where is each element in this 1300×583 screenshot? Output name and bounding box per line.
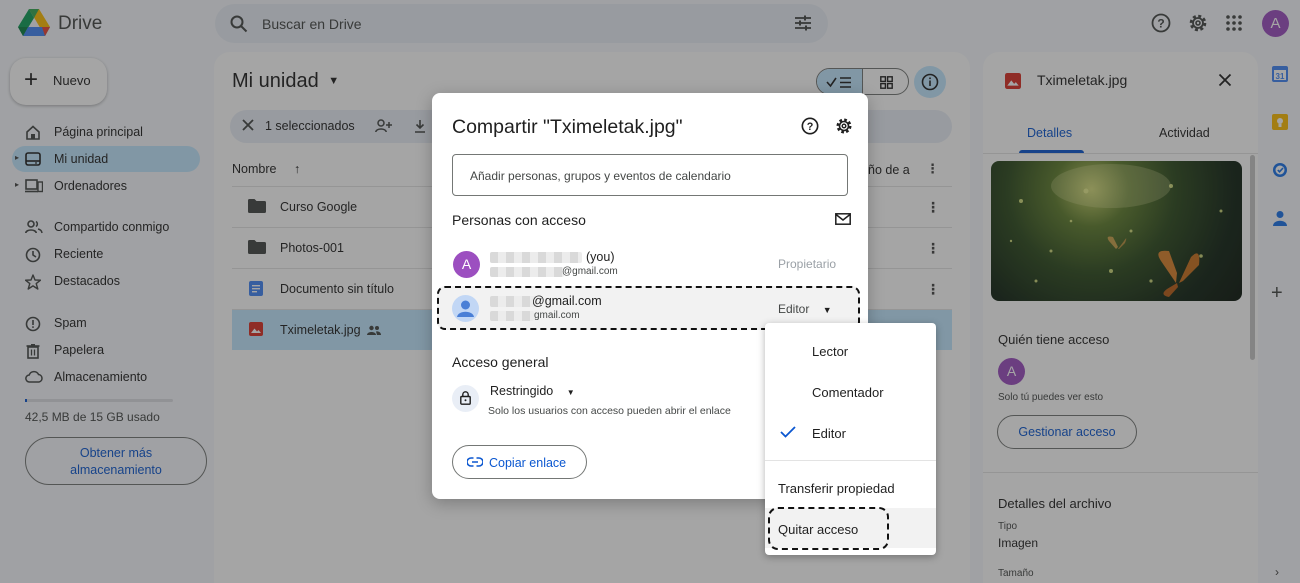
redacted-name xyxy=(490,296,536,307)
help-icon[interactable]: ? xyxy=(801,117,819,135)
add-people-input[interactable]: Añadir personas, grupos y eventos de cal… xyxy=(452,154,848,196)
check-icon xyxy=(780,426,796,438)
restriction-description: Solo los usuarios con acceso pueden abri… xyxy=(488,405,731,417)
redacted-email xyxy=(490,311,534,321)
role-owner: Propietario xyxy=(778,257,837,271)
people-with-access-heading: Personas con acceso xyxy=(452,212,586,228)
email-icon[interactable] xyxy=(835,213,851,225)
person-name: @gmail.com xyxy=(532,294,602,308)
copy-link-button[interactable]: Copiar enlace xyxy=(452,445,587,479)
caret-down-icon: ▼ xyxy=(566,388,575,397)
restriction-dropdown[interactable]: Restringido ▼ xyxy=(490,384,575,398)
person-email: gmail.com xyxy=(534,310,580,321)
redacted-name xyxy=(490,252,582,263)
redacted-email xyxy=(490,267,564,277)
add-people-placeholder: Añadir personas, grupos y eventos de cal… xyxy=(470,169,731,183)
dialog-title: Compartir "Tximeletak.jpg" xyxy=(452,116,683,138)
role-dropdown-value: Editor xyxy=(778,302,810,316)
link-icon xyxy=(467,457,483,467)
svg-text:?: ? xyxy=(807,121,814,133)
caret-down-icon: ▼ xyxy=(822,305,832,315)
menu-divider xyxy=(765,460,936,461)
menu-item-commenter[interactable]: Comentador xyxy=(812,385,884,400)
person-name: (you) xyxy=(586,250,615,264)
role-dropdown[interactable]: Editor ▼ xyxy=(778,302,832,316)
avatar: A xyxy=(453,251,480,278)
menu-item-viewer[interactable]: Lector xyxy=(812,344,848,359)
settings-icon[interactable] xyxy=(835,117,853,135)
person-avatar-icon xyxy=(452,295,479,322)
highlight-remove-access xyxy=(768,507,889,550)
menu-item-editor[interactable]: Editor xyxy=(812,426,846,441)
lock-icon xyxy=(452,385,479,412)
copy-link-label: Copiar enlace xyxy=(489,456,567,470)
restriction-value: Restringido xyxy=(490,384,554,398)
general-access-heading: Acceso general xyxy=(452,354,549,370)
menu-item-transfer-ownership[interactable]: Transferir propiedad xyxy=(778,481,895,496)
person-email: @gmail.com xyxy=(562,266,618,277)
